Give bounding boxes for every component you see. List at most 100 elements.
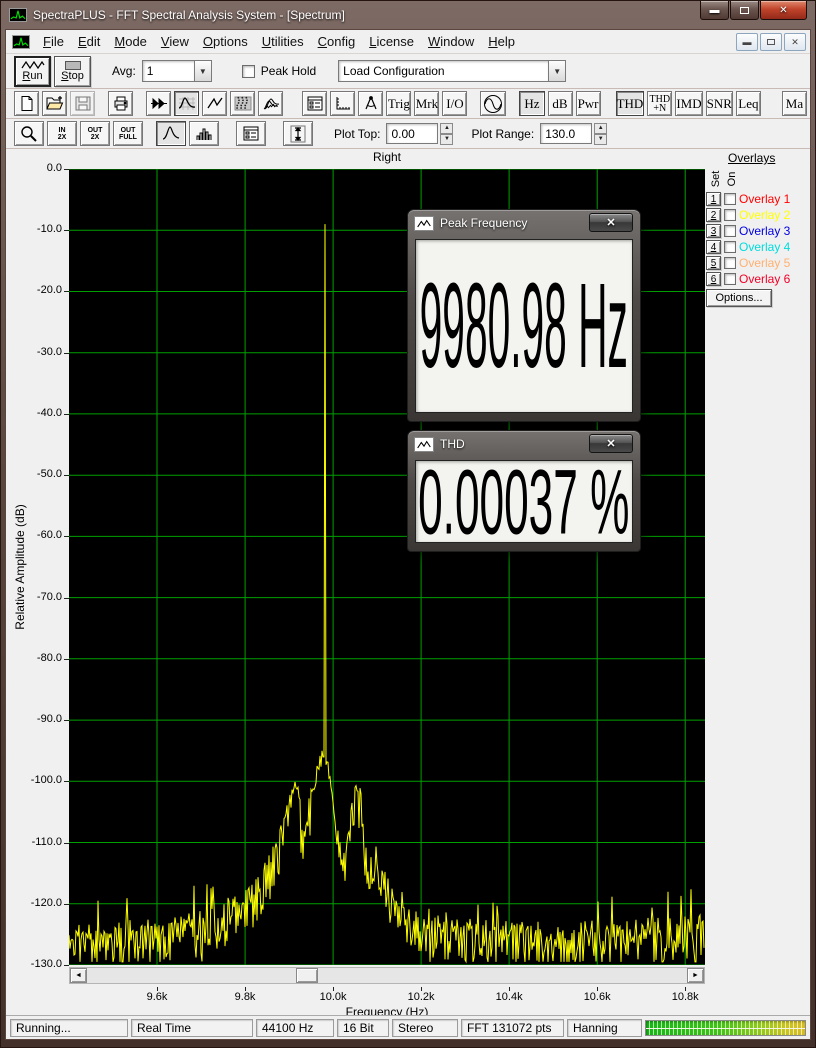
phase-compass-button[interactable] bbox=[358, 91, 383, 116]
peak-hold-checkbox[interactable] bbox=[242, 65, 255, 78]
amplitude-scale-button[interactable] bbox=[330, 91, 355, 116]
menu-item-edit[interactable]: Edit bbox=[71, 31, 107, 52]
leq-readout-button[interactable]: Leq bbox=[736, 91, 761, 116]
avg-dropdown-icon[interactable]: ▼ bbox=[194, 60, 212, 82]
overlay-options-button[interactable]: Options... bbox=[706, 289, 772, 307]
marker-button[interactable]: Mrk bbox=[414, 91, 439, 116]
new-file-button[interactable] bbox=[14, 91, 39, 116]
amplitude-scale-icon bbox=[333, 95, 353, 112]
thd-readout-button[interactable]: THD bbox=[616, 91, 645, 116]
menu-item-mode[interactable]: Mode bbox=[107, 31, 154, 52]
title-bar[interactable]: SpectraPLUS - FFT Spectral Analysis Syst… bbox=[1, 1, 815, 29]
plot-range-label: Plot Range: bbox=[471, 127, 534, 141]
zoom-out-2x-button[interactable]: OUT2X bbox=[80, 121, 110, 146]
signal-generator-button[interactable] bbox=[480, 91, 506, 116]
overlays-panel: Overlays Set On 1Overlay 12Overlay 23Ove… bbox=[704, 151, 816, 165]
plot-top-input[interactable]: 0.00 bbox=[386, 123, 438, 144]
overlay-5-on-checkbox[interactable] bbox=[724, 257, 736, 269]
menu-item-window[interactable]: Window bbox=[421, 31, 481, 52]
overlay-3-set-button[interactable]: 3 bbox=[706, 224, 721, 238]
zoom-button[interactable] bbox=[14, 121, 44, 146]
overlays-heading: Overlays bbox=[728, 151, 816, 165]
mdi-close-button[interactable]: ✕ bbox=[784, 33, 806, 51]
run-button[interactable]: Run bbox=[14, 56, 51, 87]
thd-n-readout-button[interactable]: THD+N bbox=[647, 91, 672, 116]
open-file-button[interactable] bbox=[42, 91, 67, 116]
peak-frequency-close-button[interactable]: ✕ bbox=[589, 213, 633, 232]
maximize-icon bbox=[740, 7, 749, 14]
spectrum-view-button[interactable] bbox=[174, 91, 199, 116]
status-field-4: Stereo bbox=[392, 1019, 458, 1037]
vertical-autoscale-icon bbox=[288, 124, 308, 144]
spectrogram-view-icon bbox=[233, 95, 253, 112]
overlay-6-set-button[interactable]: 6 bbox=[706, 272, 721, 286]
trigger-button[interactable]: Trig bbox=[386, 91, 411, 116]
time-series-view-button[interactable] bbox=[202, 91, 227, 116]
surface-view-button[interactable] bbox=[258, 91, 283, 116]
time-compression-button[interactable] bbox=[146, 91, 171, 116]
menu-item-file[interactable]: File bbox=[36, 31, 71, 52]
scroll-right-arrow[interactable]: ► bbox=[687, 968, 704, 983]
overlay-2-set-button[interactable]: 2 bbox=[706, 208, 721, 222]
io-button[interactable]: I/O bbox=[442, 91, 467, 116]
peak-frequency-titlebar[interactable]: Peak Frequency ✕ bbox=[408, 210, 640, 236]
avg-value: 1 bbox=[142, 60, 194, 82]
open-file-icon bbox=[45, 95, 65, 112]
display-options-button[interactable] bbox=[236, 121, 266, 146]
y-tick-mark bbox=[64, 904, 69, 905]
save-file-button[interactable] bbox=[70, 91, 95, 116]
overlay-1-set-button[interactable]: 1 bbox=[706, 192, 721, 206]
plot-top-spinner[interactable]: ▲▼ bbox=[440, 123, 453, 145]
narrowband-view-button[interactable] bbox=[156, 121, 186, 146]
menu-item-utilities[interactable]: Utilities bbox=[255, 31, 311, 52]
frequency-scrollbar[interactable]: ◄ ► bbox=[69, 967, 705, 984]
macro-button[interactable]: Ma bbox=[782, 91, 807, 116]
display-settings-button[interactable] bbox=[302, 91, 327, 116]
overlay-4-set-button[interactable]: 4 bbox=[706, 240, 721, 254]
thd-window[interactable]: THD ✕ 0.00037 % bbox=[407, 430, 641, 552]
avg-combobox[interactable]: 1 ▼ bbox=[142, 60, 212, 82]
mdi-minimize-button[interactable]: ▬ bbox=[736, 33, 758, 51]
scrollbar-thumb[interactable] bbox=[296, 968, 318, 983]
menu-item-help[interactable]: Help bbox=[481, 31, 522, 52]
menu-item-options[interactable]: Options bbox=[196, 31, 255, 52]
overlay-5-set-button[interactable]: 5 bbox=[706, 256, 721, 270]
load-configuration-combobox[interactable]: Load Configuration ▼ bbox=[338, 60, 566, 82]
mdi-restore-button[interactable] bbox=[760, 33, 782, 51]
imd-readout-button[interactable]: IMD bbox=[675, 91, 702, 116]
mdi-system-icon[interactable] bbox=[12, 35, 30, 49]
thd-titlebar[interactable]: THD ✕ bbox=[408, 431, 640, 457]
overlay-2-on-checkbox[interactable] bbox=[724, 209, 736, 221]
peak-frequency-window[interactable]: Peak Frequency ✕ 9980.98 Hz bbox=[407, 209, 641, 422]
overlay-6-on-checkbox[interactable] bbox=[724, 273, 736, 285]
scroll-left-arrow[interactable]: ◄ bbox=[70, 968, 87, 983]
overlay-1-on-checkbox[interactable] bbox=[724, 193, 736, 205]
menu-item-view[interactable]: View bbox=[154, 31, 196, 52]
vertical-autoscale-button[interactable] bbox=[283, 121, 313, 146]
octave-view-button[interactable] bbox=[189, 121, 219, 146]
close-button[interactable]: ✕ bbox=[760, 1, 807, 20]
maximize-button[interactable] bbox=[730, 1, 759, 20]
overlay-4-on-checkbox[interactable] bbox=[724, 241, 736, 253]
thd-close-button[interactable]: ✕ bbox=[589, 434, 633, 453]
overlay-3-on-checkbox[interactable] bbox=[724, 225, 736, 237]
spectrum-view-icon bbox=[177, 95, 197, 112]
spectrogram-view-button[interactable] bbox=[230, 91, 255, 116]
zoom-in-2x-button[interactable]: IN2X bbox=[47, 121, 77, 146]
run-waveform-icon bbox=[21, 60, 45, 70]
print-button[interactable] bbox=[108, 91, 133, 116]
y-tick-label: -90.0 bbox=[6, 713, 62, 727]
thd-title: THD bbox=[440, 437, 465, 451]
hz-readout-button[interactable]: Hz bbox=[519, 91, 544, 116]
minimize-button[interactable]: ▬ bbox=[700, 1, 729, 20]
stop-button[interactable]: Stop bbox=[54, 56, 91, 87]
menu-item-config[interactable]: Config bbox=[311, 31, 363, 52]
load-configuration-dropdown-icon[interactable]: ▼ bbox=[548, 60, 566, 82]
pwr-readout-button[interactable]: Pwr bbox=[576, 91, 601, 116]
zoom-out-full-button[interactable]: OUTFULL bbox=[113, 121, 143, 146]
plot-range-input[interactable]: 130.0 bbox=[540, 123, 592, 144]
db-readout-button[interactable]: dB bbox=[548, 91, 573, 116]
snr-readout-button[interactable]: SNR bbox=[706, 91, 733, 116]
plot-range-spinner[interactable]: ▲▼ bbox=[594, 123, 607, 145]
menu-item-license[interactable]: License bbox=[362, 31, 421, 52]
